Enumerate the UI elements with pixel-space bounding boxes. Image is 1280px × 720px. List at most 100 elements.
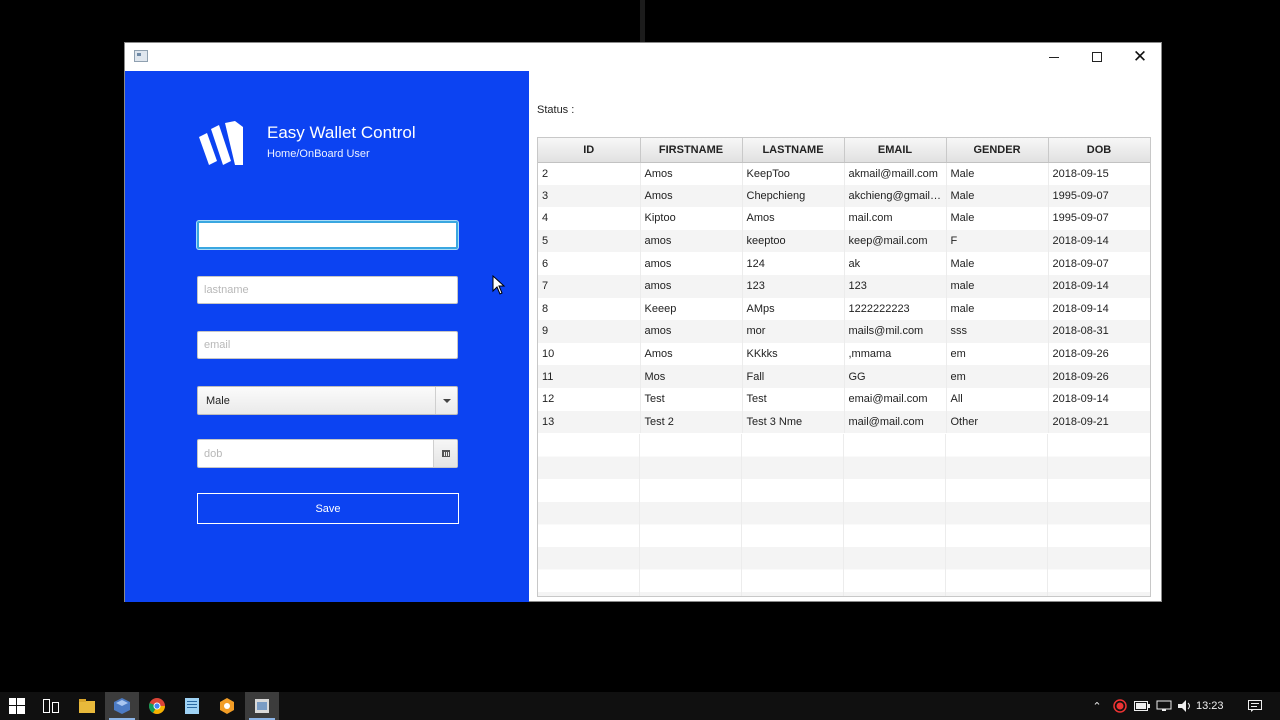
scene-builder-button[interactable] — [210, 692, 244, 720]
table-cell: 2018-09-26 — [1048, 342, 1150, 366]
column-header[interactable]: LASTNAME — [742, 138, 845, 163]
column-divider — [843, 434, 844, 596]
table-cell: akchieng@gmail.com — [844, 184, 947, 208]
dob-date-picker[interactable] — [197, 439, 458, 468]
table-row[interactable]: 11 Mos Fall GG em 2018-09-26 — [538, 365, 1150, 388]
table-cell: 1995-09-07 — [1048, 207, 1150, 230]
task-view-icon — [43, 699, 59, 713]
table-cell: amos — [640, 320, 743, 343]
column-divider — [639, 434, 640, 596]
table-cell: Amos — [640, 184, 743, 208]
table-cell: F — [946, 229, 1049, 253]
network-icon — [1156, 700, 1172, 711]
table-cell: 1222222223 — [844, 297, 947, 321]
chrome-icon — [149, 698, 165, 714]
column-divider — [1047, 434, 1048, 596]
table-row[interactable]: 4 Kiptoo Amos mail.com Male 1995-09-07 — [538, 207, 1150, 230]
gender-selected-value: Male — [206, 395, 230, 407]
table-cell: sss — [946, 320, 1049, 343]
java-app-icon — [255, 699, 269, 713]
table-row[interactable]: 3 Amos Chepchieng akchieng@gmail.com Male 199… — [538, 184, 1150, 208]
dob-input[interactable] — [198, 440, 434, 467]
column-header[interactable]: GENDER — [946, 138, 1049, 163]
taskbar: ⌃ 13:23 — [0, 692, 1280, 720]
show-hidden-icons-button[interactable]: ⌃ — [1088, 692, 1106, 720]
table-row[interactable]: 5 amos keeptoo keep@mail.com F 2018-09-14 — [538, 229, 1150, 253]
table-cell: Fall — [742, 365, 845, 388]
table-cell: mor — [742, 320, 845, 343]
task-view-button[interactable] — [34, 692, 68, 720]
gender-select[interactable]: Male — [197, 386, 458, 415]
table-cell: em — [946, 365, 1049, 388]
title-bar[interactable]: ✕ — [125, 43, 1161, 71]
calendar-button[interactable] — [433, 440, 457, 467]
table-row[interactable]: 13 Test 2 Test 3 Nme mail@mail.com Other 2018… — [538, 410, 1150, 434]
table-cell: ,mmama — [844, 342, 947, 366]
table-row[interactable]: 12 Test Test emai@mail.com All 2018-09-14 — [538, 387, 1150, 411]
close-button[interactable]: ✕ — [1118, 43, 1162, 71]
table-cell: Amos — [640, 162, 743, 185]
maximize-button[interactable] — [1075, 43, 1119, 71]
table-cell: Male — [946, 252, 1049, 275]
users-table[interactable]: ID FIRSTNAME LASTNAME EMAIL GENDER DOB 2 Amos K… — [537, 137, 1151, 597]
volume-icon — [1178, 700, 1190, 712]
table-cell: em — [946, 342, 1049, 366]
table-cell: male — [946, 297, 1049, 321]
table-row[interactable]: 8 Keeep AMps 1222222223 male 2018-09-14 — [538, 297, 1150, 321]
table-cell: emai@mail.com — [844, 387, 947, 411]
table-row[interactable]: 2 Amos KeepToo akmail@maill.com Male 2018-09-… — [538, 162, 1150, 185]
table-cell: 8 — [538, 297, 641, 321]
virtualbox-button[interactable] — [105, 692, 139, 720]
volume-tray-button[interactable] — [1176, 692, 1196, 720]
mouse-cursor-icon — [492, 275, 506, 295]
column-header[interactable]: EMAIL — [844, 138, 947, 163]
table-row[interactable]: 10 Amos KKkks ,mmama em 2018-09-26 — [538, 342, 1150, 366]
email-input[interactable] — [197, 331, 458, 359]
firstname-input[interactable] — [197, 221, 458, 249]
notepad-icon — [185, 698, 199, 714]
action-center-button[interactable] — [1244, 692, 1266, 720]
windows-start-icon — [9, 698, 25, 714]
table-cell: Amos — [640, 342, 743, 366]
table-cell: amos — [640, 274, 743, 298]
column-header[interactable]: ID — [538, 138, 641, 163]
record-tray-button[interactable] — [1110, 692, 1130, 720]
table-cell: All — [946, 387, 1049, 411]
table-cell: AMps — [742, 297, 845, 321]
table-cell: 2018-09-14 — [1048, 297, 1150, 321]
table-cell: akmail@maill.com — [844, 162, 947, 185]
table-cell: 2018-09-14 — [1048, 387, 1150, 411]
chevron-up-icon: ⌃ — [1092, 699, 1102, 713]
save-button[interactable]: Save — [197, 493, 459, 524]
chrome-button[interactable] — [140, 692, 174, 720]
table-row[interactable]: 6 amos 124 ak Male 2018-09-07 — [538, 252, 1150, 275]
table-cell: 6 — [538, 252, 641, 275]
column-divider — [945, 434, 946, 596]
taskbar-clock[interactable]: 13:23 — [1196, 700, 1224, 712]
table-cell: 1995-09-07 — [1048, 184, 1150, 208]
battery-tray-button[interactable] — [1132, 692, 1152, 720]
table-cell: 9 — [538, 320, 641, 343]
column-header[interactable]: DOB — [1048, 138, 1150, 163]
table-cell: Test 2 — [640, 410, 743, 434]
maximize-icon — [1092, 52, 1102, 62]
windows-start-button[interactable] — [0, 692, 34, 720]
table-cell: Male — [946, 184, 1049, 208]
notepad-button[interactable] — [175, 692, 209, 720]
java-app-button[interactable] — [245, 692, 279, 720]
gender-dropdown-button[interactable] — [435, 387, 457, 414]
column-header[interactable]: FIRSTNAME — [640, 138, 743, 163]
network-tray-button[interactable] — [1154, 692, 1174, 720]
table-cell: Keeep — [640, 297, 743, 321]
table-cell: 2018-09-14 — [1048, 229, 1150, 253]
background-window-edge — [640, 0, 645, 42]
battery-icon — [1134, 701, 1150, 711]
table-row[interactable]: 9 amos mor mails@mil.com sss 2018-08-31 — [538, 320, 1150, 343]
table-row[interactable]: 7 amos 123 123 male 2018-09-14 — [538, 274, 1150, 298]
table-cell: Test 3 Nme — [742, 410, 845, 434]
wallet-logo-icon — [199, 121, 243, 165]
breadcrumb: Home/OnBoard User — [267, 148, 370, 160]
file-explorer-button[interactable] — [70, 692, 104, 720]
minimize-button[interactable] — [1032, 43, 1076, 71]
lastname-input[interactable] — [197, 276, 458, 304]
